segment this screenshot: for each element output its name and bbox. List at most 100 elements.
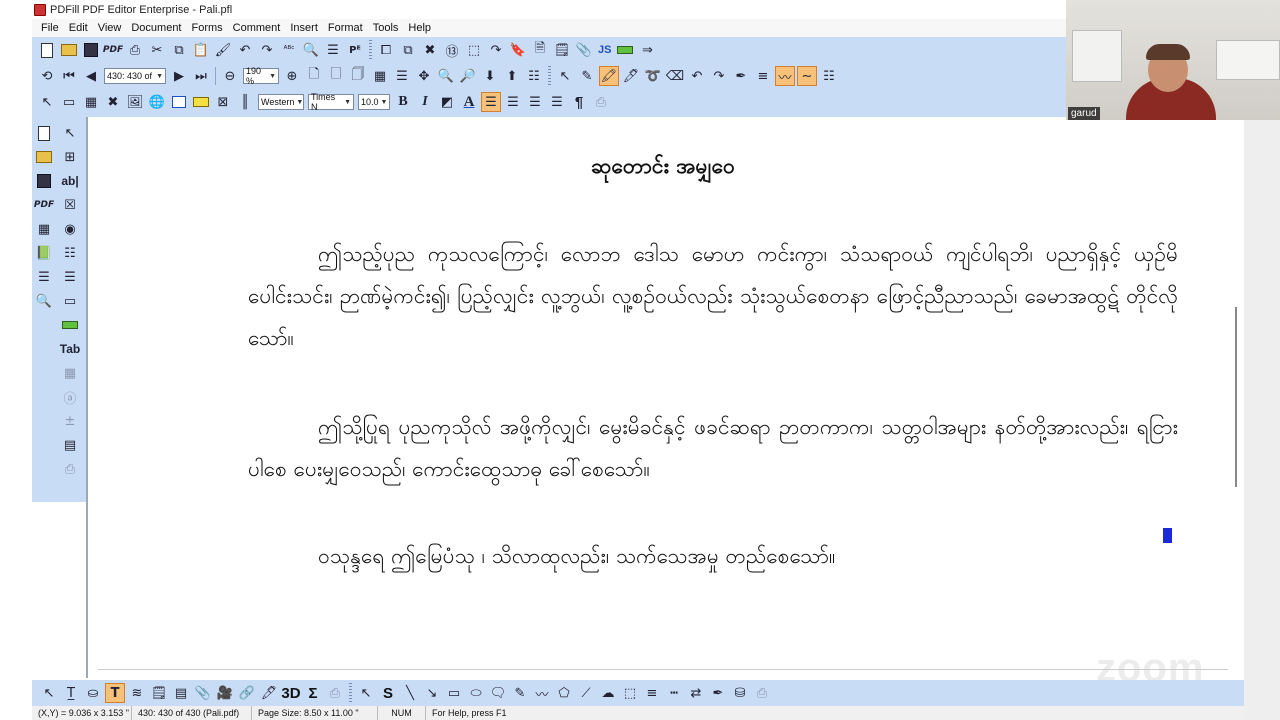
edit-shape-icon[interactable]: ⬚ — [620, 683, 640, 703]
vertical-scrollbar[interactable] — [1235, 307, 1237, 487]
layers-icon[interactable]: ☰ — [33, 266, 55, 288]
zoom-in-icon[interactable]: ⊕ — [282, 66, 302, 86]
signature-button[interactable]: S — [378, 683, 398, 703]
align-center-icon[interactable]: ☰ — [503, 92, 523, 112]
new-document-icon[interactable] — [37, 40, 57, 60]
font-color-button[interactable]: A — [459, 92, 479, 112]
arrow-icon[interactable]: ↘ — [422, 683, 442, 703]
annotation-redo-icon[interactable]: ↷ — [709, 66, 729, 86]
zoom-out-icon[interactable]: ⊖ — [220, 66, 240, 86]
delete-page-icon[interactable]: ✖ — [420, 40, 440, 60]
attachment-icon[interactable]: 📎 — [193, 683, 213, 703]
attachment-icon[interactable]: 📎 — [574, 40, 594, 60]
rectangle-icon[interactable] — [169, 92, 189, 112]
save-icon[interactable] — [33, 170, 55, 192]
freehand-icon[interactable]: 〰 — [532, 683, 552, 703]
arrow-style-icon[interactable]: ⇄ — [686, 683, 706, 703]
menu-document[interactable]: Document — [126, 19, 186, 37]
fit-width-icon[interactable]: 🗌 — [326, 66, 346, 86]
crop-icon[interactable]: ⬚ — [464, 40, 484, 60]
zoom-select[interactable]: 190 % ▼ — [243, 66, 279, 86]
page-13-icon[interactable]: ⑬ — [442, 40, 462, 60]
checkbox-icon[interactable]: ☒ — [59, 194, 81, 216]
pan-icon[interactable]: ✥ — [414, 66, 434, 86]
combo-box-icon[interactable]: ☷ — [59, 242, 81, 264]
marker-icon[interactable]: 🖊 — [621, 66, 641, 86]
highlighter-icon[interactable]: 🖍 — [599, 66, 619, 86]
toolbar-grip[interactable] — [369, 40, 372, 60]
radio-button-icon[interactable]: ◉ — [59, 218, 81, 240]
list-box-icon[interactable]: ☰ — [59, 266, 81, 288]
list-view-icon[interactable]: ☷ — [524, 66, 544, 86]
polyline-icon[interactable]: ⟋ — [576, 683, 596, 703]
pdf-icon[interactable]: PDF — [103, 40, 123, 60]
paste-icon[interactable]: 📋 — [191, 40, 211, 60]
red-note-icon[interactable]: ▤ — [171, 683, 191, 703]
polygon-icon[interactable]: ⬠ — [554, 683, 574, 703]
sticky-note-icon[interactable]: 🗒 — [149, 683, 169, 703]
text-search-icon[interactable]: 🔍 — [33, 290, 55, 312]
ellipse-icon[interactable]: ⬭ — [466, 683, 486, 703]
pdf-page[interactable]: ဆုတောင်း အမျှဝေ ဤသည့်ပုည ကုသလကြောင့်၊ လေ… — [98, 117, 1237, 670]
rotate-icon[interactable]: ↷ — [486, 40, 506, 60]
properties-icon[interactable]: ☷ — [819, 66, 839, 86]
page-e-icon[interactable]: Pᴱ — [345, 40, 365, 60]
menu-edit[interactable]: Edit — [64, 19, 93, 37]
copy-icon[interactable]: ⧉ — [169, 40, 189, 60]
scroll-down-icon[interactable]: ⬇ — [480, 66, 500, 86]
form-list-icon[interactable]: ☰ — [323, 40, 343, 60]
eraser-icon[interactable]: ⌫ — [665, 66, 685, 86]
line-icon[interactable]: ╲ — [400, 683, 420, 703]
pen-color-icon[interactable]: ✒ — [731, 66, 751, 86]
open-folder-icon[interactable] — [33, 146, 55, 168]
grid-field-icon[interactable]: ▦ — [81, 92, 101, 112]
annotation-undo-icon[interactable]: ↶ — [687, 66, 707, 86]
underline-text-icon[interactable]: ≋ — [127, 683, 147, 703]
document-viewport[interactable]: ဆုတောင်း အမျှဝေ ဤသည့်ပုည ကုသလကြောင့်၊ လေ… — [86, 117, 1244, 678]
bookmark-icon[interactable]: 🔖 — [508, 40, 528, 60]
page-select[interactable]: 430: 430 of ▼ — [104, 68, 166, 84]
open-folder-icon[interactable] — [59, 40, 79, 60]
barcode-icon[interactable]: ▤ — [59, 434, 81, 456]
dash-style-icon[interactable]: ┅ — [664, 683, 684, 703]
actual-size-icon[interactable]: 🗍 — [348, 66, 368, 86]
undo-icon[interactable]: ↶ — [235, 40, 255, 60]
battery-icon[interactable] — [59, 314, 81, 336]
layers-icon[interactable]: ☰ — [392, 66, 412, 86]
pen-color-icon[interactable]: ✒ — [708, 683, 728, 703]
toolbar-grip[interactable] — [349, 683, 352, 703]
menu-help[interactable]: Help — [403, 19, 436, 37]
fit-page-icon[interactable]: 🗋 — [304, 66, 324, 86]
select-arrow-icon[interactable]: ↖ — [555, 66, 575, 86]
marquee-zoom-icon[interactable]: 🔎 — [458, 66, 478, 86]
link-icon[interactable]: 🔗 — [237, 683, 257, 703]
stamp-icon[interactable]: ⛀ — [83, 683, 103, 703]
three-d-button[interactable]: 3D — [281, 683, 301, 703]
video-icon[interactable]: 🎥 — [215, 683, 235, 703]
text-field-icon[interactable]: ▭ — [59, 92, 79, 112]
form-select-arrow-icon[interactable]: ↖ — [37, 92, 57, 112]
justify-icon[interactable]: ☰ — [547, 92, 567, 112]
document-info-icon[interactable]: 🗎 — [530, 40, 550, 60]
barcode-icon[interactable]: ║ — [235, 92, 255, 112]
text-tool-icon[interactable]: T̲ — [61, 683, 81, 703]
pencil-icon[interactable]: ✎ — [510, 683, 530, 703]
rectangle-icon[interactable]: ▭ — [444, 683, 464, 703]
callout-icon[interactable]: 🗨 — [488, 683, 508, 703]
draw-select-icon[interactable]: ↖ — [356, 683, 376, 703]
button-field-icon[interactable]: ▭ — [59, 290, 81, 312]
toolbar-grip[interactable] — [548, 66, 551, 86]
menu-insert[interactable]: Insert — [285, 19, 323, 37]
tab-order-button[interactable]: Tab — [59, 338, 81, 360]
align-right-icon[interactable]: ☰ — [525, 92, 545, 112]
checkbox-field-icon[interactable]: ✖ — [103, 92, 123, 112]
menu-tools[interactable]: Tools — [368, 19, 404, 37]
cloud-icon[interactable]: ☁ — [598, 683, 618, 703]
select-arrow-icon[interactable]: ↖ — [39, 683, 59, 703]
page-layout-icon[interactable]: ⧠ — [376, 40, 396, 60]
add-field-icon[interactable]: ⊞ — [59, 146, 81, 168]
pdf-icon[interactable]: PDF — [33, 194, 55, 216]
find-replace-icon[interactable]: 🔍 — [301, 40, 321, 60]
format-painter-icon[interactable]: 🖌 — [213, 40, 233, 60]
menu-format[interactable]: Format — [323, 19, 368, 37]
